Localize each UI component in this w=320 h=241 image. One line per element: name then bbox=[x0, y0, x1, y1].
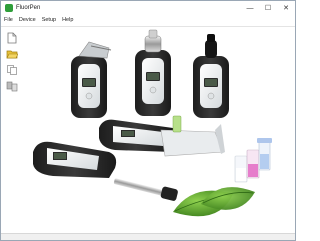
status-bar bbox=[1, 233, 295, 240]
menu-help[interactable]: Help bbox=[59, 15, 76, 26]
close-button[interactable]: ✕ bbox=[277, 1, 295, 15]
open-folder-icon bbox=[6, 50, 18, 59]
sample-cuvettes bbox=[234, 138, 272, 183]
leaf-illustration bbox=[173, 187, 255, 217]
device-black-cap bbox=[193, 34, 229, 118]
menu-bar: File Device Setup Help bbox=[1, 15, 295, 27]
fluorpen-devices-illustration bbox=[33, 29, 272, 217]
maximize-button[interactable]: ☐ bbox=[259, 1, 277, 15]
device-lying-cuvette bbox=[99, 115, 225, 157]
menu-setup[interactable]: Setup bbox=[39, 15, 59, 26]
device-transfer-icon bbox=[6, 81, 18, 92]
menu-file[interactable]: File bbox=[1, 15, 16, 26]
copy-button[interactable] bbox=[5, 63, 19, 77]
side-toolbar bbox=[4, 31, 20, 95]
new-document-icon bbox=[7, 32, 17, 44]
open-button[interactable] bbox=[5, 47, 19, 61]
device-cuvette-top bbox=[135, 29, 171, 116]
window-title: FluorPen bbox=[16, 5, 41, 11]
device-clip-probe bbox=[71, 41, 112, 118]
fluorpen-app-icon bbox=[5, 4, 13, 12]
new-button[interactable] bbox=[5, 31, 19, 45]
menu-device[interactable]: Device bbox=[16, 15, 39, 26]
product-illustration bbox=[23, 28, 295, 236]
device-transfer-button[interactable] bbox=[5, 79, 19, 93]
copy-icon bbox=[7, 65, 17, 75]
minimize-button[interactable]: — bbox=[241, 1, 259, 15]
app-window: FluorPen — ☐ ✕ File Device Setup Help bbox=[0, 0, 296, 241]
title-bar: FluorPen — ☐ ✕ bbox=[1, 1, 295, 15]
